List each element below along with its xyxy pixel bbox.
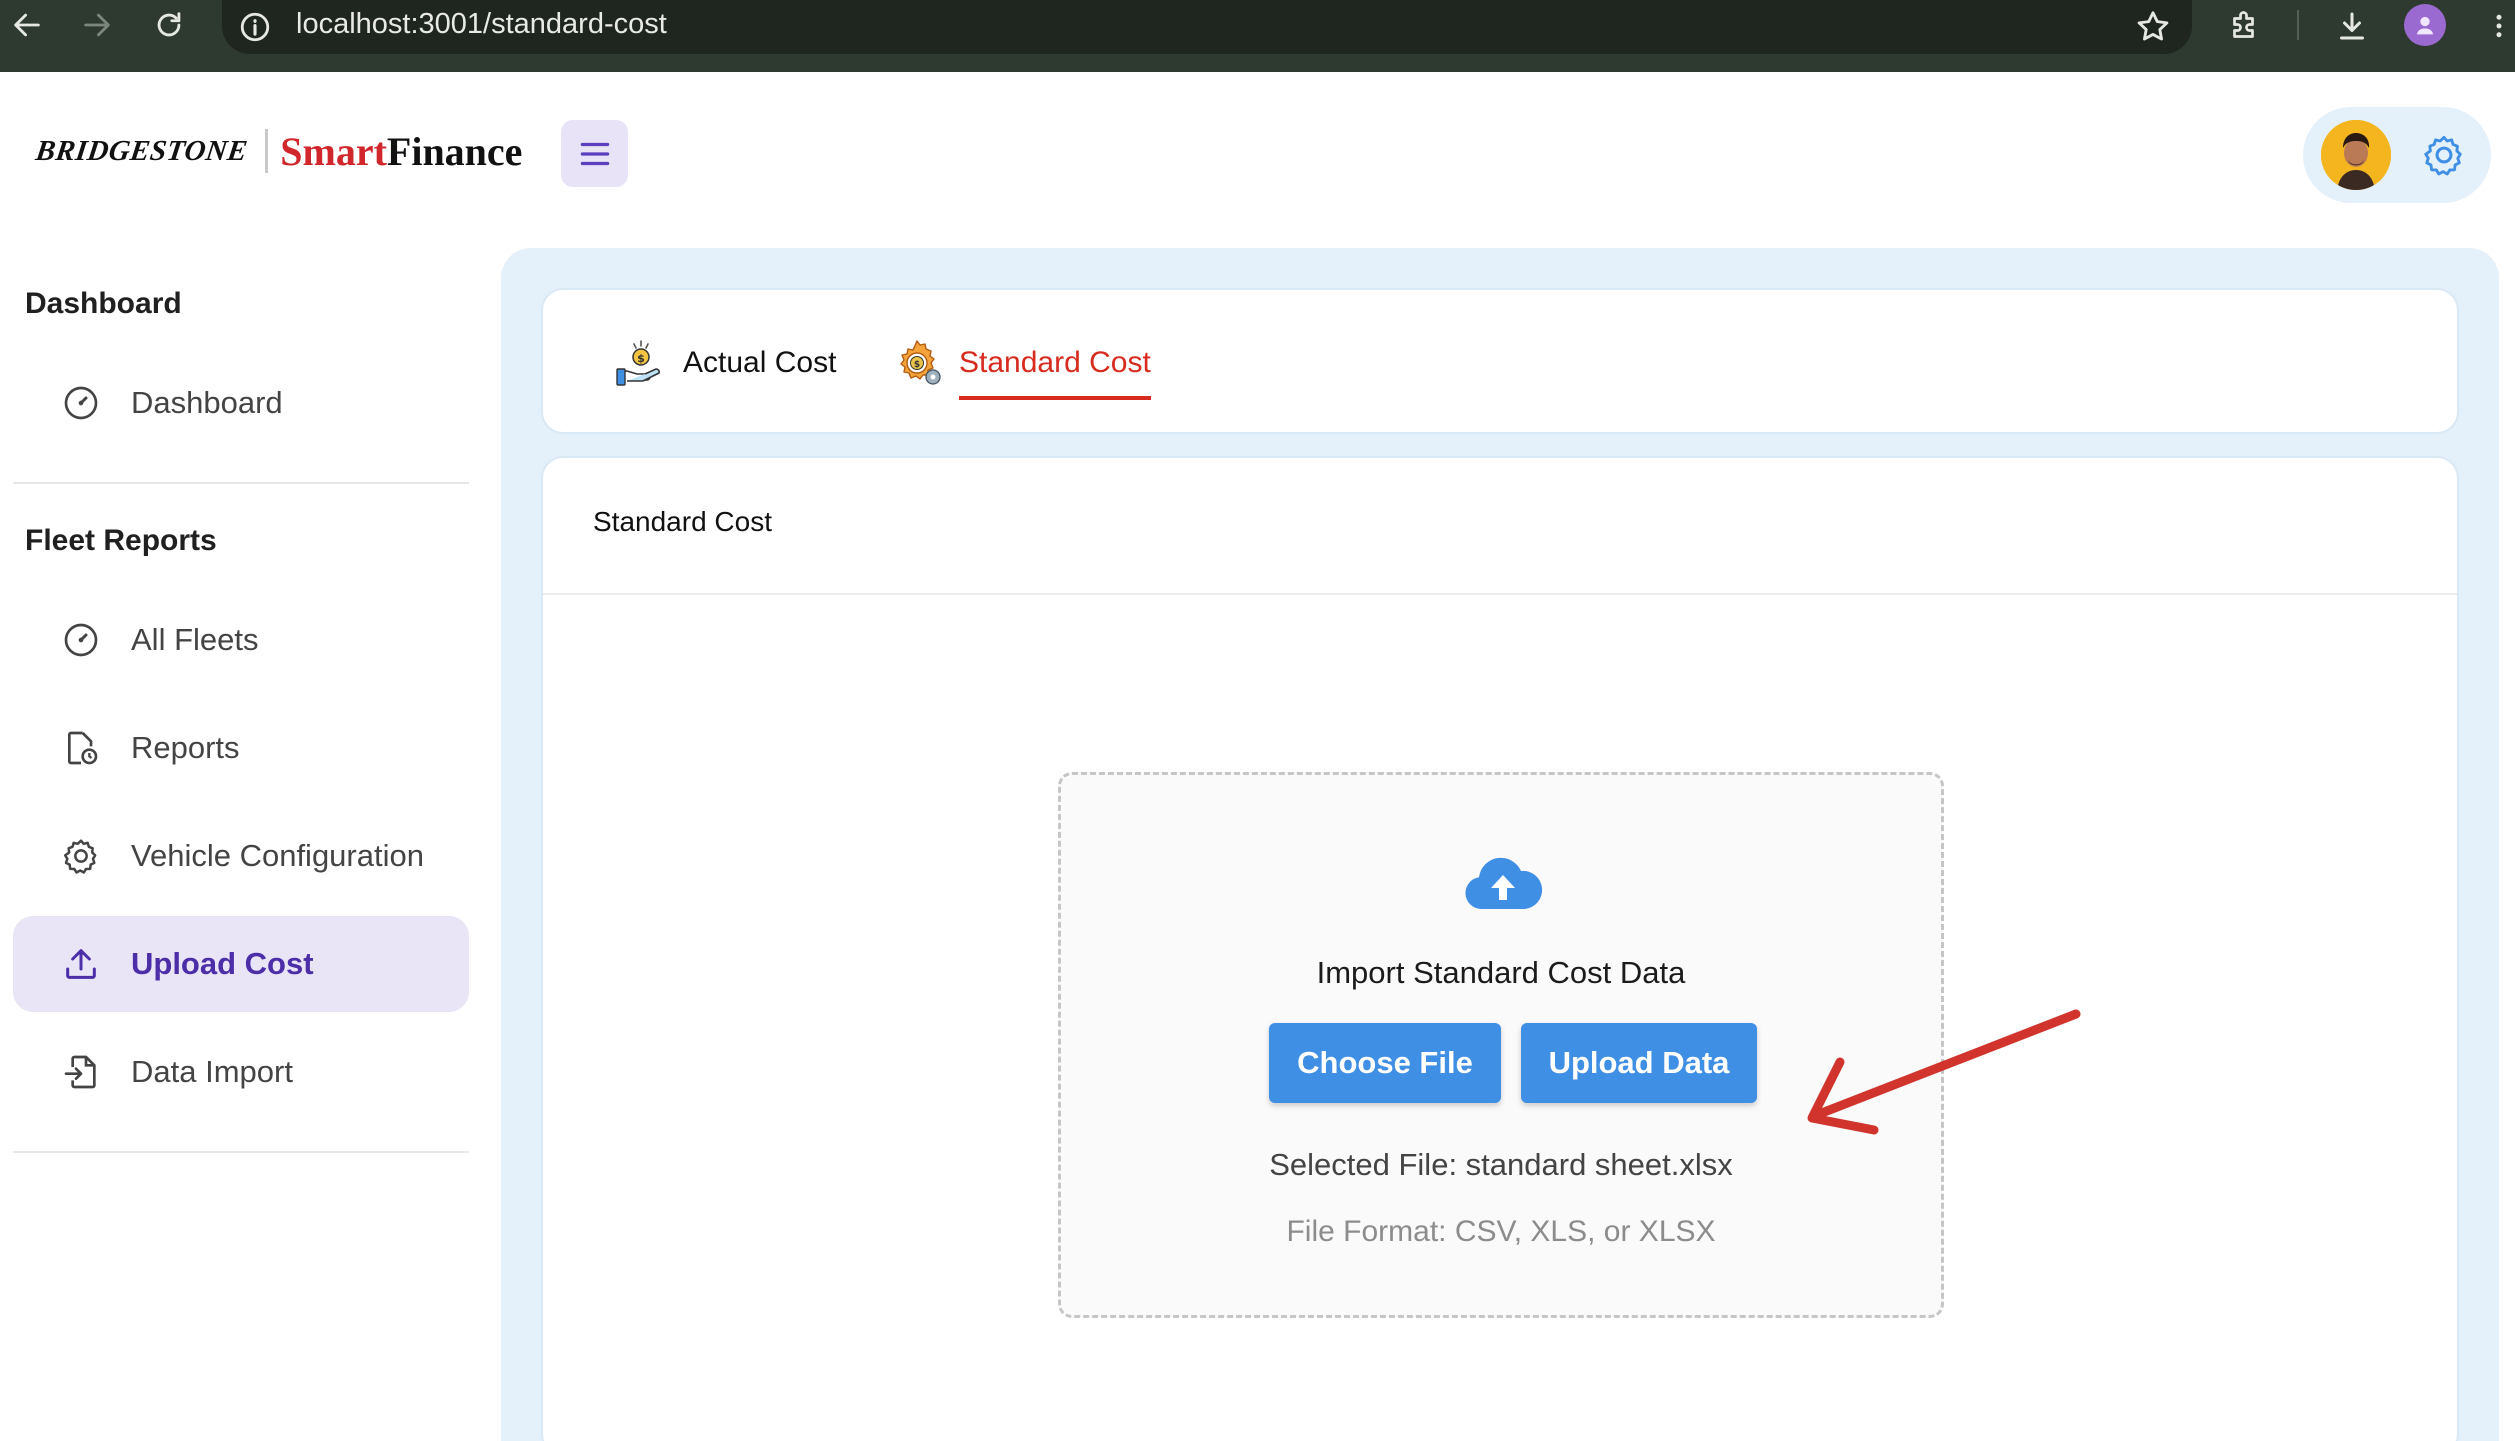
- active-tab-underline: [959, 396, 1151, 400]
- address-bar[interactable]: localhost:3001/standard-cost: [222, 0, 2192, 54]
- card-title: Standard Cost: [593, 506, 772, 537]
- sidebar-item-vehicle-configuration[interactable]: Vehicle Configuration: [13, 808, 469, 904]
- money-hand-icon: $: [616, 340, 660, 386]
- sidebar-item-dashboard[interactable]: Dashboard: [13, 355, 469, 451]
- card-divider: [543, 593, 2457, 595]
- gear-icon: [2424, 135, 2462, 176]
- gear-icon: [59, 834, 103, 878]
- sidebar-section-fleet-reports: Fleet Reports: [25, 524, 217, 557]
- back-arrow-icon[interactable]: [2, 0, 52, 50]
- brand-smart-text: Smart: [280, 128, 387, 174]
- upload-icon: [59, 942, 103, 986]
- logo-divider: [265, 129, 269, 173]
- cost-tabs: $ Actual Cost $ Standard Cost: [541, 288, 2459, 434]
- file-import-icon: [59, 1050, 103, 1094]
- bookmark-star-icon[interactable]: [2134, 8, 2172, 46]
- cloud-upload-icon: [1465, 857, 1543, 909]
- sidebar-item-all-fleets[interactable]: All Fleets: [13, 592, 469, 688]
- dropzone-title: Import Standard Cost Data: [1316, 955, 1686, 990]
- browser-profile-avatar[interactable]: [2404, 4, 2446, 46]
- selected-file-text: Selected File: standard sheet.xlsx: [1269, 1147, 1733, 1182]
- sidebar-item-data-import[interactable]: Data Import: [13, 1024, 469, 1120]
- brand-finance-text: Finance: [386, 128, 523, 174]
- site-info-icon[interactable]: [238, 10, 272, 44]
- toolbar-divider: [2297, 10, 2299, 40]
- speedometer-icon: [59, 618, 103, 662]
- settings-button[interactable]: [2413, 124, 2475, 186]
- tab-standard-cost[interactable]: $ Standard Cost: [891, 290, 1151, 436]
- sidebar-item-label: Data Import: [131, 1054, 293, 1089]
- tab-label: Actual Cost: [683, 346, 837, 379]
- browser-toolbar: localhost:3001/standard-cost: [0, 0, 2515, 72]
- file-dropzone[interactable]: Import Standard Cost Data Choose File Up…: [1058, 772, 1944, 1318]
- sidebar-divider: [13, 482, 469, 484]
- bridgestone-logo-text: BRIDGESTONE: [33, 134, 250, 167]
- upload-data-button[interactable]: Upload Data: [1521, 1023, 1757, 1103]
- reload-icon[interactable]: [144, 0, 194, 50]
- gear-dollar-icon: $: [900, 340, 941, 385]
- user-avatar[interactable]: [2321, 120, 2391, 190]
- sidebar-item-reports[interactable]: Reports: [13, 700, 469, 796]
- svg-text:$: $: [637, 352, 645, 365]
- extensions-icon[interactable]: [2223, 4, 2267, 48]
- sidebar-divider: [13, 1151, 469, 1153]
- user-controls: [2303, 107, 2491, 203]
- speedometer-icon: [59, 381, 103, 425]
- app-logo[interactable]: BRIDGESTONE Smart Finance: [33, 120, 523, 182]
- sidebar-item-label: Upload Cost: [131, 946, 314, 981]
- sidebar-item-label: Dashboard: [131, 385, 283, 420]
- svg-text:$: $: [914, 360, 920, 370]
- tab-label: Standard Cost: [959, 346, 1151, 379]
- hamburger-icon: [580, 142, 609, 165]
- forward-arrow-icon[interactable]: [72, 0, 122, 50]
- report-clock-icon: [59, 726, 103, 770]
- sidebar-item-label: Reports: [131, 730, 240, 765]
- file-format-hint: File Format: CSV, XLS, or XLSX: [1286, 1215, 1716, 1248]
- hamburger-menu-button[interactable]: [561, 120, 628, 187]
- sidebar-item-label: Vehicle Configuration: [131, 838, 424, 873]
- url-text[interactable]: localhost:3001/standard-cost: [296, 0, 667, 48]
- sidebar-item-label: All Fleets: [131, 622, 259, 657]
- browser-menu-icon[interactable]: [2483, 4, 2515, 48]
- download-icon[interactable]: [2330, 4, 2374, 48]
- sidebar-item-upload-cost[interactable]: Upload Cost: [13, 916, 469, 1012]
- sidebar-section-dashboard: Dashboard: [25, 287, 182, 320]
- tab-actual-cost[interactable]: $ Actual Cost: [615, 290, 836, 436]
- choose-file-button[interactable]: Choose File: [1269, 1023, 1501, 1103]
